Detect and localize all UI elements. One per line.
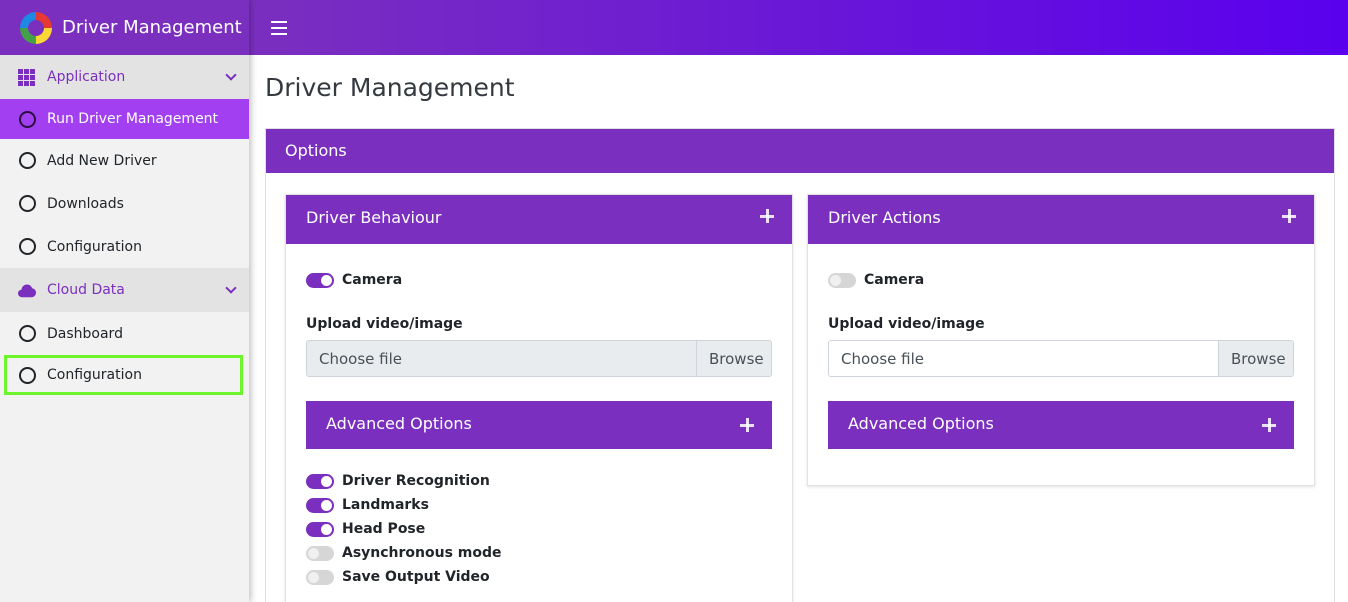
- page-title: Driver Management: [265, 73, 515, 102]
- driver-recognition-toggle[interactable]: [306, 473, 334, 489]
- camera-toggle[interactable]: [828, 272, 856, 288]
- app-title: Driver Management: [62, 17, 242, 38]
- browse-button[interactable]: Browse: [696, 341, 771, 376]
- sidebar-item-run-driver-management[interactable]: Run Driver Management: [0, 99, 249, 139]
- toggle-label: Landmarks: [342, 497, 429, 513]
- asynchronous-mode-toggle[interactable]: [306, 545, 334, 561]
- sidebar-item-label: Run Driver Management: [47, 111, 219, 127]
- save-output-video-toggle[interactable]: [306, 569, 334, 585]
- camera-toggle[interactable]: [306, 272, 334, 288]
- sidebar-item-configuration[interactable]: Configuration: [0, 225, 249, 268]
- expand-plus-icon[interactable]: [1262, 418, 1276, 432]
- expand-plus-icon[interactable]: [760, 209, 774, 223]
- toggle-label: Save Output Video: [342, 569, 490, 585]
- sidebar-section-label: Cloud Data: [47, 282, 125, 298]
- advanced-options-header[interactable]: Advanced Options: [828, 401, 1294, 449]
- upload-label: Upload video/image: [306, 316, 463, 332]
- sidebar-item-label: Configuration: [47, 367, 142, 383]
- advanced-options-header[interactable]: Advanced Options: [306, 401, 772, 449]
- circle-icon: [19, 325, 36, 342]
- main-content: Driver Management Options Driver Behavio…: [249, 55, 1348, 602]
- app-logo-icon: [20, 11, 52, 44]
- file-placeholder: Choose file: [319, 350, 402, 368]
- chevron-down-icon: [225, 282, 237, 294]
- landmarks-row: Landmarks: [306, 493, 772, 517]
- driver-actions-header[interactable]: Driver Actions: [808, 195, 1314, 244]
- driver-behaviour-body: Camera Upload video/image Choose file Br…: [286, 244, 792, 602]
- sidebar-item-add-new-driver[interactable]: Add New Driver: [0, 139, 249, 182]
- save-output-video-row: Save Output Video: [306, 565, 772, 589]
- sidebar-item-downloads[interactable]: Downloads: [0, 182, 249, 225]
- landmarks-toggle[interactable]: [306, 497, 334, 513]
- toggle-label: Asynchronous mode: [342, 545, 502, 561]
- grid-icon: [18, 68, 36, 86]
- sidebar-item-dashboard[interactable]: Dashboard: [0, 312, 249, 355]
- advanced-options-title: Advanced Options: [848, 414, 994, 433]
- driver-actions-panel: Driver Actions Camera Upload video/image…: [807, 194, 1315, 486]
- camera-switch-row: Camera: [828, 268, 1294, 292]
- sidebar-section-cloud-data[interactable]: Cloud Data: [0, 268, 249, 312]
- cloud-icon: [18, 283, 36, 298]
- camera-label: Camera: [864, 272, 925, 288]
- panel-title: Driver Actions: [828, 208, 941, 227]
- head-pose-toggle[interactable]: [306, 521, 334, 537]
- sidebar-section-label: Application: [47, 69, 126, 85]
- driver-actions-body: Camera Upload video/image Choose file Br…: [808, 244, 1314, 485]
- advanced-options-list: Driver Recognition Landmarks Head Pose A…: [306, 449, 772, 589]
- asynchronous-mode-row: Asynchronous mode: [306, 541, 772, 565]
- options-card: Options Driver Behaviour Camera Upload v…: [265, 128, 1335, 602]
- sidebar-item-label: Configuration: [47, 238, 142, 255]
- file-input[interactable]: Choose file Browse: [306, 340, 772, 377]
- camera-label: Camera: [342, 272, 403, 288]
- circle-icon: [19, 152, 36, 169]
- driver-behaviour-panel: Driver Behaviour Camera Upload video/ima…: [285, 194, 793, 602]
- head-pose-row: Head Pose: [306, 517, 772, 541]
- driver-recognition-row: Driver Recognition: [306, 469, 772, 493]
- menu-toggle-icon[interactable]: [271, 20, 287, 35]
- expand-plus-icon[interactable]: [740, 418, 754, 432]
- brand[interactable]: Driver Management: [0, 0, 249, 55]
- sidebar-item-label: Add New Driver: [47, 152, 157, 169]
- sidebar-section-application[interactable]: Application: [0, 55, 249, 99]
- upload-label: Upload video/image: [828, 316, 985, 332]
- expand-plus-icon[interactable]: [1282, 209, 1296, 223]
- circle-icon: [19, 110, 36, 128]
- toggle-label: Driver Recognition: [342, 473, 490, 489]
- sidebar-item-cloud-configuration[interactable]: Configuration: [4, 355, 243, 395]
- driver-behaviour-header[interactable]: Driver Behaviour: [286, 195, 792, 244]
- options-header: Options: [266, 129, 1334, 173]
- camera-switch-row: Camera: [306, 268, 772, 292]
- sidebar-item-label: Downloads: [47, 195, 124, 212]
- circle-icon: [19, 366, 36, 384]
- sidebar-item-label: Dashboard: [47, 325, 123, 342]
- chevron-down-icon: [225, 69, 237, 81]
- circle-icon: [19, 238, 36, 255]
- advanced-options-title: Advanced Options: [326, 414, 472, 433]
- toggle-label: Head Pose: [342, 521, 426, 537]
- file-placeholder: Choose file: [841, 350, 924, 368]
- circle-icon: [19, 195, 36, 212]
- top-navbar: [249, 0, 1348, 55]
- panel-title: Driver Behaviour: [306, 208, 442, 227]
- browse-button[interactable]: Browse: [1218, 341, 1293, 376]
- file-input[interactable]: Choose file Browse: [828, 340, 1294, 377]
- sidebar: Driver Management Application Run Driver…: [0, 0, 249, 602]
